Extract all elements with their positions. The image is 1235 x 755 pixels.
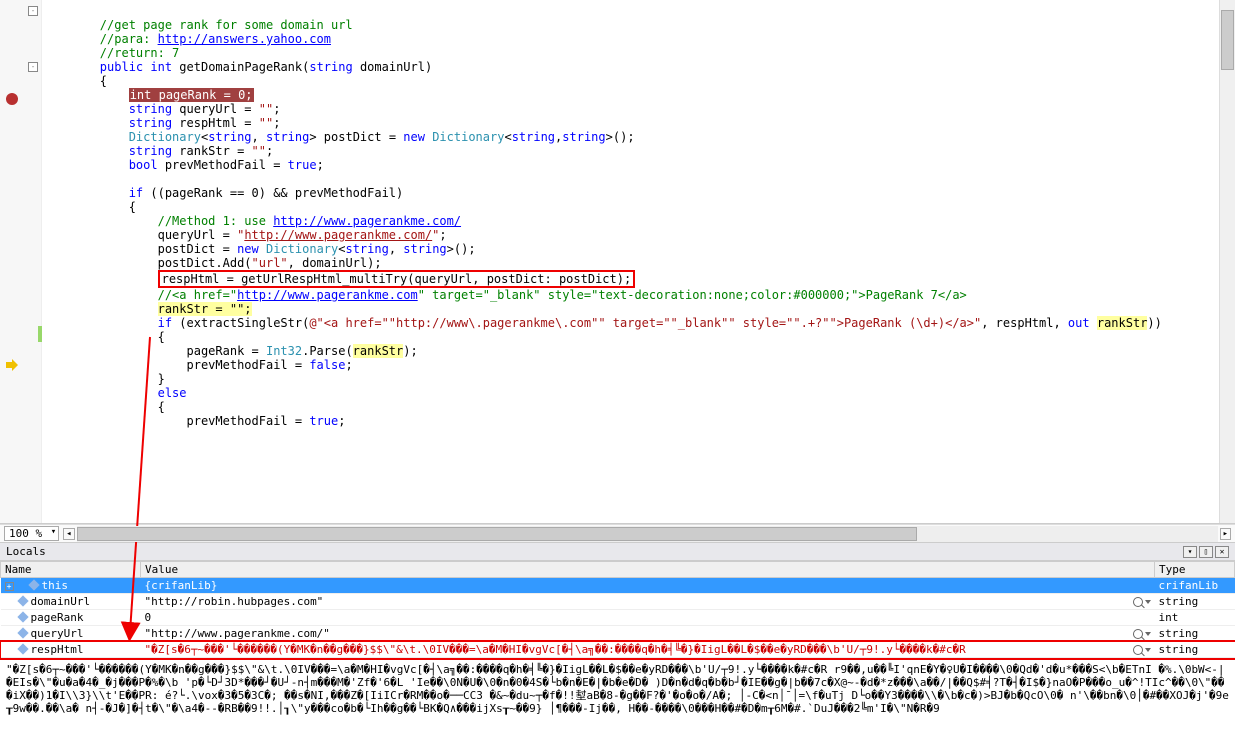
scroll-right-button[interactable]: ▸ (1220, 528, 1231, 540)
vertical-scrollbar[interactable] (1219, 0, 1235, 523)
locals-title-bar[interactable]: Locals ▾ ▯ ✕ (0, 542, 1235, 561)
fold-icon[interactable]: - (28, 6, 38, 16)
visualizer-dropdown-icon[interactable] (1145, 600, 1151, 604)
variable-icon (17, 643, 28, 654)
fold-icon[interactable]: - (28, 62, 38, 72)
visualizer-dropdown-icon[interactable] (1145, 648, 1151, 652)
locals-value-cell[interactable]: "�Z[s�6┬~���'└������(Y�MK�n��g���}$$\"&\… (141, 642, 1155, 658)
breakpoint-line: int pageRank = 0; (129, 88, 254, 102)
pin-icon[interactable]: ▯ (1199, 546, 1213, 558)
col-header-type[interactable]: Type (1155, 562, 1235, 578)
zoom-dropdown[interactable]: 100 % (4, 526, 59, 541)
locals-row[interactable]: +this{crifanLib}crifanLib (1, 578, 1235, 594)
panel-title: Locals (6, 545, 46, 558)
locals-table: Name Value Type +this{crifanLib}crifanLi… (0, 561, 1235, 658)
current-line-arrow-icon (6, 359, 18, 371)
magnifier-icon[interactable] (1133, 597, 1143, 607)
code-link[interactable]: http://answers.yahoo.com (158, 32, 331, 46)
locals-value-cell[interactable]: "http://robin.hubpages.com" (141, 594, 1155, 610)
magnifier-icon[interactable] (1133, 629, 1143, 639)
tooltip-dump: "�Z[s�6┬~���'└������(Y�MK�n��g���}$$\"&\… (0, 658, 1235, 728)
visualizer-dropdown-icon[interactable] (1145, 632, 1151, 636)
locals-name-cell: respHtml (1, 642, 141, 658)
variable-icon (17, 627, 28, 638)
zoom-bar: 100 % ◂ ▸ (0, 524, 1235, 542)
code-content[interactable]: //get page rank for some domain url //pa… (42, 0, 1235, 523)
expand-icon[interactable]: + (5, 582, 14, 591)
horizontal-scrollbar[interactable] (77, 526, 1218, 542)
locals-type-cell: string (1155, 594, 1235, 610)
locals-type-cell: int (1155, 610, 1235, 626)
code-editor[interactable]: - - //get page rank for some domain url … (0, 0, 1235, 524)
locals-row[interactable]: respHtml"�Z[s�6┬~���'└������(Y�MK�n��g��… (1, 642, 1235, 658)
close-icon[interactable]: ✕ (1215, 546, 1229, 558)
highlighted-call-box: respHtml = getUrlRespHtml_multiTry(query… (158, 270, 636, 288)
scrollbar-thumb[interactable] (77, 527, 917, 541)
locals-name-cell: domainUrl (1, 594, 141, 610)
scroll-left-button[interactable]: ◂ (63, 528, 74, 540)
dropdown-icon[interactable]: ▾ (1183, 546, 1197, 558)
breakpoint-icon[interactable] (6, 93, 18, 105)
col-header-name[interactable]: Name (1, 562, 141, 578)
locals-type-cell: string (1155, 642, 1235, 658)
magnifier-icon[interactable] (1133, 645, 1143, 655)
locals-name-cell: queryUrl (1, 626, 141, 642)
variable-icon (28, 579, 39, 590)
locals-name-cell: +this (1, 578, 141, 594)
editor-gutter: - - (0, 0, 42, 523)
locals-value-cell[interactable]: 0 (141, 610, 1155, 626)
col-header-value[interactable]: Value (141, 562, 1155, 578)
locals-value-cell[interactable]: {crifanLib} (141, 578, 1155, 594)
current-line: rankStr = ""; (158, 302, 252, 316)
locals-row[interactable]: domainUrl"http://robin.hubpages.com"stri… (1, 594, 1235, 610)
locals-row[interactable]: pageRank0int (1, 610, 1235, 626)
variable-icon (17, 595, 28, 606)
locals-value-cell[interactable]: "http://www.pagerankme.com/" (141, 626, 1155, 642)
locals-row[interactable]: queryUrl"http://www.pagerankme.com/"stri… (1, 626, 1235, 642)
locals-type-cell: crifanLib (1155, 578, 1235, 594)
scrollbar-thumb[interactable] (1221, 10, 1234, 70)
locals-name-cell: pageRank (1, 610, 141, 626)
code-link[interactable]: http://www.pagerankme.com/ (273, 214, 461, 228)
locals-type-cell: string (1155, 626, 1235, 642)
locals-panel: Locals ▾ ▯ ✕ Name Value Type +this{crifa… (0, 542, 1235, 658)
code-comment: //get page rank for some domain url (100, 18, 353, 32)
variable-icon (17, 611, 28, 622)
